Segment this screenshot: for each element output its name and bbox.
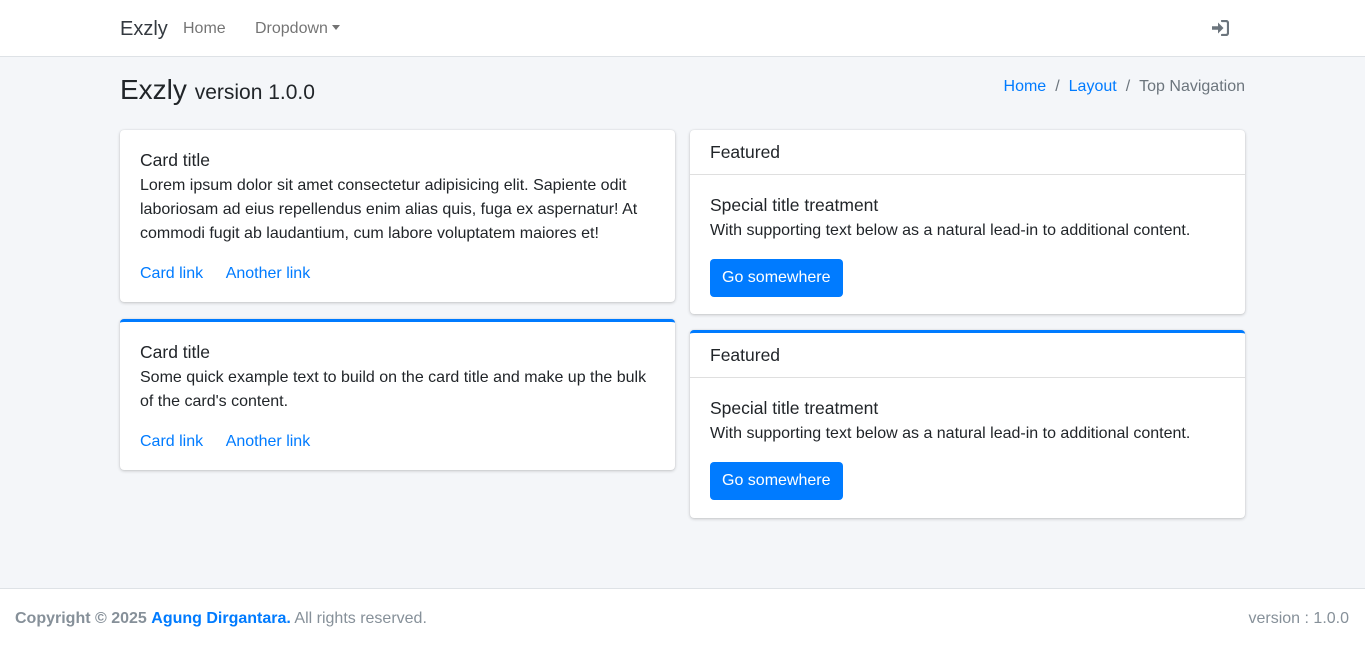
card-featured-outline: Featured Special title treatment With su… — [690, 330, 1245, 518]
card-text: Some quick example text to build on the … — [140, 369, 647, 410]
sign-in-icon-svg — [1212, 19, 1230, 37]
go-somewhere-button[interactable]: Go somewhere — [710, 259, 843, 297]
rights-text: All rights reserved. — [294, 610, 427, 627]
page-title: Exzly version 1.0.0 — [120, 74, 315, 109]
author-link[interactable]: Agung Dirgantara. — [151, 610, 291, 627]
card-header: Featured — [690, 333, 1245, 378]
breadcrumb-current: Top Navigation — [1139, 78, 1245, 95]
card-title: Special title treatment — [710, 398, 879, 418]
nav-item-home[interactable]: Home — [183, 19, 226, 39]
go-somewhere-button[interactable]: Go somewhere — [710, 462, 843, 500]
card-header: Featured — [690, 130, 1245, 175]
top-navbar: Exzly Home Dropdown — [0, 0, 1365, 57]
card-link[interactable]: Card link — [140, 265, 203, 282]
page-subtitle: version 1.0.0 — [194, 81, 315, 104]
card-title: Card title — [140, 150, 211, 170]
brand-link[interactable]: Exzly — [120, 17, 168, 41]
card-outline-example: Card title Some quick example text to bu… — [120, 319, 675, 470]
nav-item-dropdown-label: Dropdown — [255, 20, 328, 37]
another-link[interactable]: Another link — [226, 265, 311, 282]
breadcrumb-layout[interactable]: Layout — [1069, 78, 1117, 95]
breadcrumb: Home / Layout / Top Navigation — [1004, 77, 1245, 97]
card-featured: Featured Special title treatment With su… — [690, 130, 1245, 314]
card-title: Card title — [140, 342, 211, 362]
breadcrumb-separator: / — [1125, 78, 1131, 95]
card-title: Special title treatment — [710, 195, 879, 215]
caret-down-icon — [331, 25, 340, 30]
copyright-prefix: Copyright © 2025 — [15, 610, 147, 627]
footer-copyright: Copyright © 2025 Agung Dirgantara. All r… — [15, 609, 427, 629]
footer-version: version : 1.0.0 — [1248, 610, 1350, 627]
page-title-text: Exzly — [120, 74, 187, 105]
page-footer: Copyright © 2025 Agung Dirgantara. All r… — [0, 588, 1365, 645]
breadcrumb-home[interactable]: Home — [1004, 78, 1047, 95]
card-text: With supporting text below as a natural … — [710, 222, 1191, 239]
card-lorem: Card title Lorem ipsum dolor sit amet co… — [120, 130, 675, 302]
another-link[interactable]: Another link — [226, 433, 311, 450]
breadcrumb-separator: / — [1055, 78, 1060, 95]
card-link[interactable]: Card link — [140, 433, 203, 450]
card-text: With supporting text below as a natural … — [710, 425, 1191, 442]
nav-item-dropdown[interactable]: Dropdown — [255, 19, 340, 39]
sign-in-icon[interactable] — [1211, 19, 1230, 37]
card-text: Lorem ipsum dolor sit amet consectetur a… — [140, 177, 638, 242]
